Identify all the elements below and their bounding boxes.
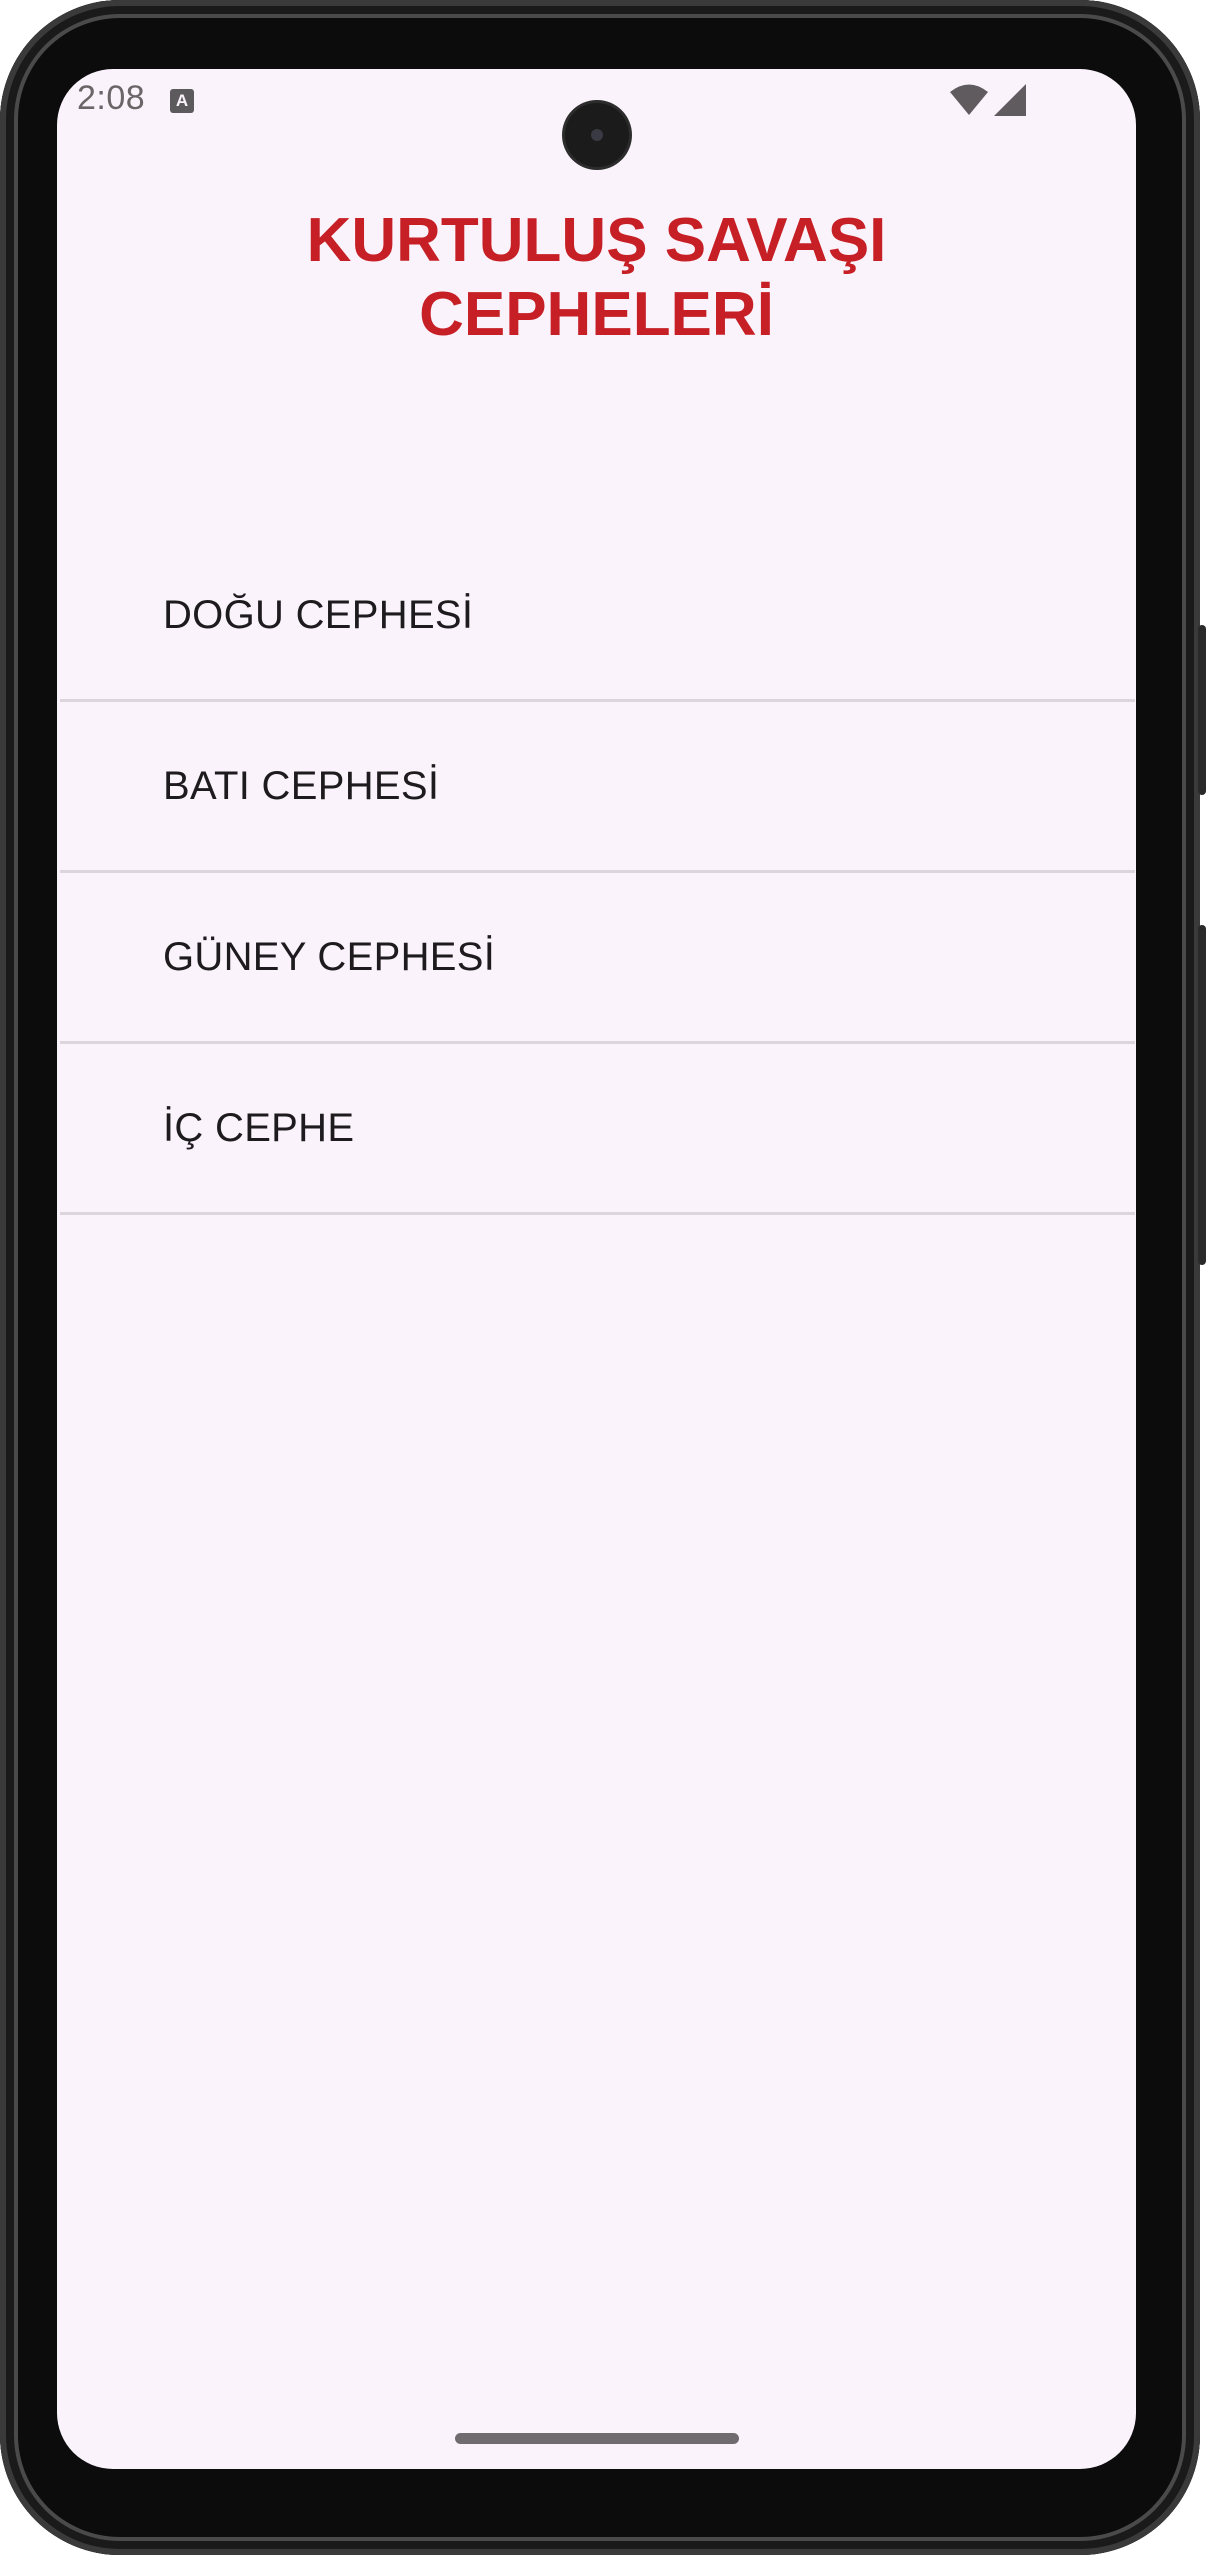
list-item-label: BATI CEPHESİ	[163, 764, 440, 808]
page-title: KURTULUŞ SAVAŞI CEPHELERİ	[57, 204, 1136, 352]
list-item-dogu-cephesi[interactable]: DOĞU CEPHESİ	[60, 531, 1135, 702]
page-title-line-2: CEPHELERİ	[419, 280, 774, 349]
front-list: DOĞU CEPHESİ BATI CEPHESİ GÜNEY CEPHESİ …	[60, 531, 1135, 1215]
list-item-bati-cephesi[interactable]: BATI CEPHESİ	[60, 702, 1135, 873]
home-gesture-bar[interactable]	[455, 2433, 739, 2444]
camera-lens	[591, 129, 603, 141]
front-camera	[565, 103, 629, 167]
volume-button	[1198, 925, 1206, 1265]
list-item-guney-cephesi[interactable]: GÜNEY CEPHESİ	[60, 873, 1135, 1044]
wifi-icon	[950, 84, 988, 115]
cellular-signal-icon	[994, 84, 1026, 116]
page-title-line-1: KURTULUŞ SAVAŞI	[306, 206, 887, 275]
list-item-label: İÇ CEPHE	[163, 1106, 355, 1150]
phone-frame: 2:08 A KURTULUŞ SAVAŞI CEPHELERİ DOĞU CE…	[0, 0, 1206, 2555]
list-item-label: GÜNEY CEPHESİ	[163, 935, 496, 979]
status-time: 2:08	[77, 79, 146, 117]
screen: 2:08 A KURTULUŞ SAVAŞI CEPHELERİ DOĞU CE…	[57, 69, 1136, 2469]
list-item-label: DOĞU CEPHESİ	[163, 593, 474, 637]
notification-a-icon: A	[170, 89, 194, 113]
list-item-ic-cephe[interactable]: İÇ CEPHE	[60, 1044, 1135, 1215]
power-button	[1198, 625, 1206, 795]
